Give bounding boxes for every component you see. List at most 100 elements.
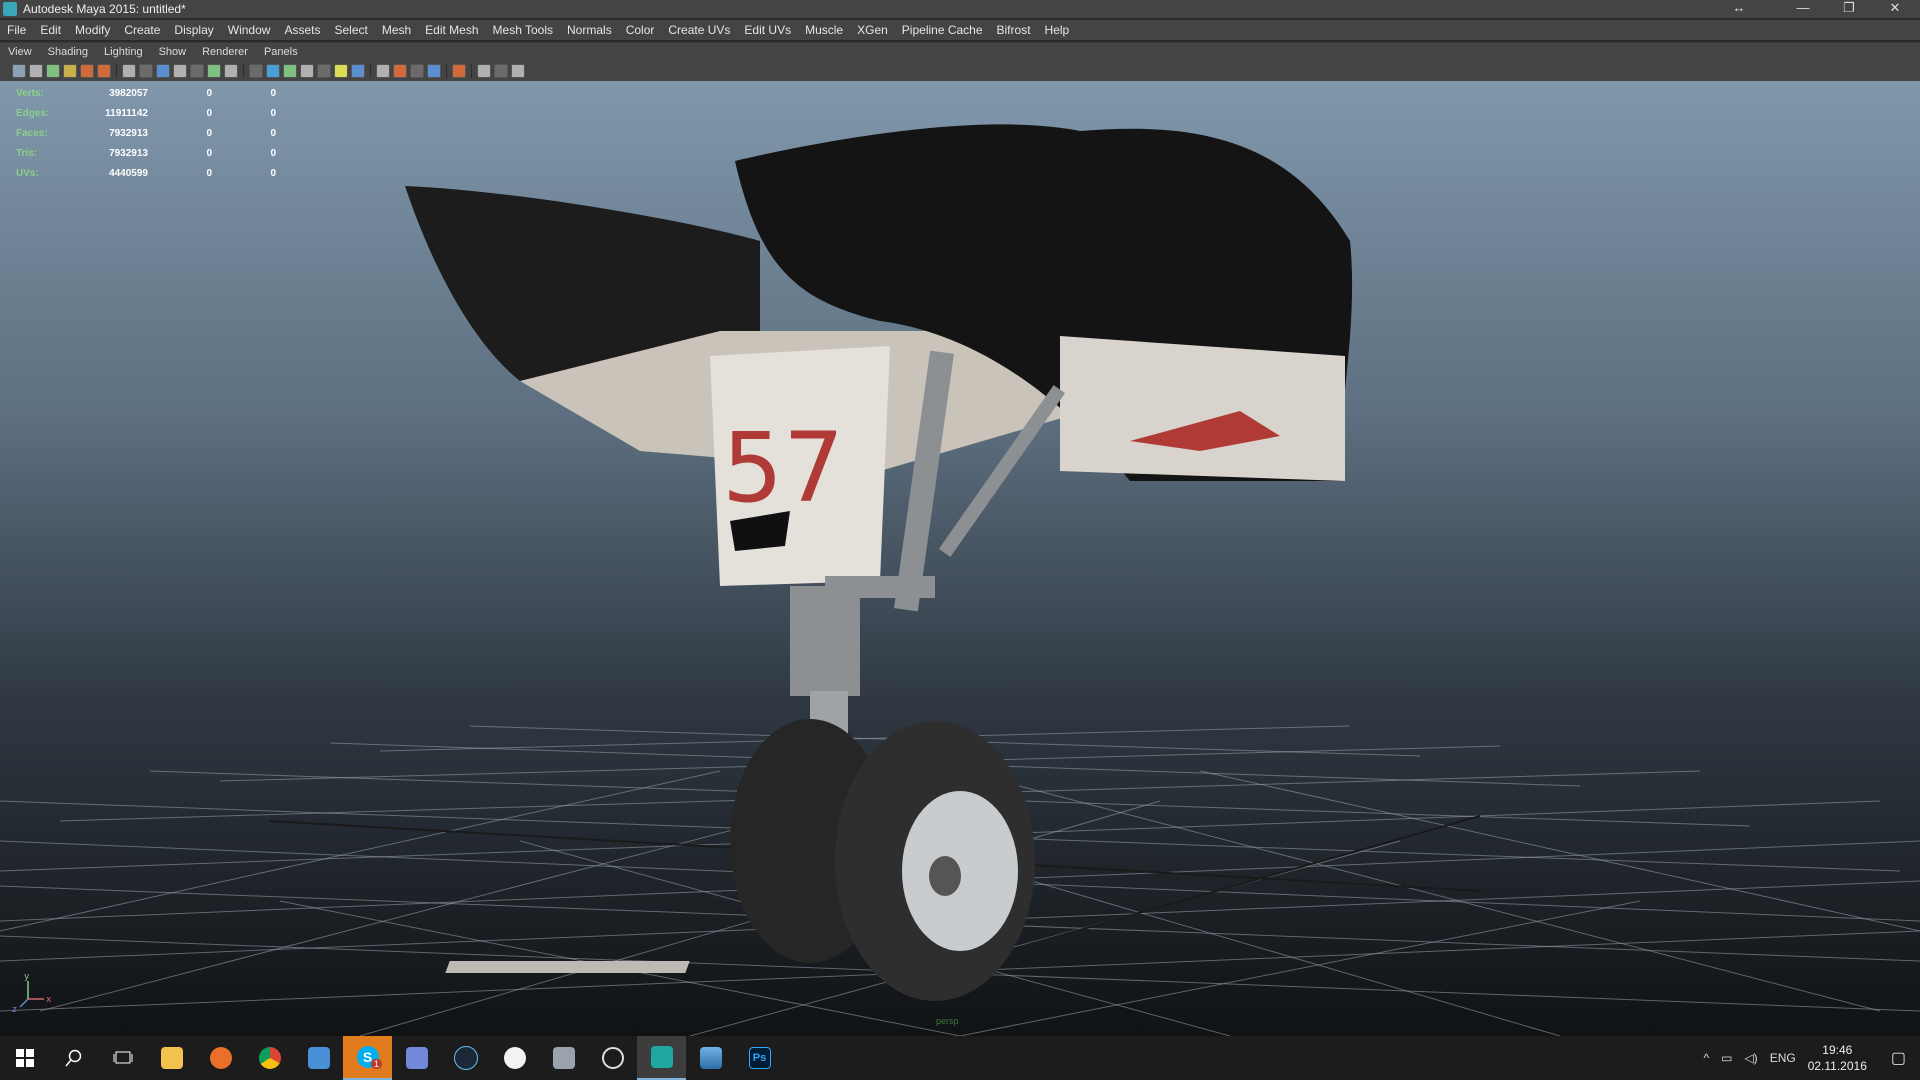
xray-icon[interactable]	[300, 64, 314, 78]
taskbar-app[interactable]	[294, 1036, 343, 1080]
toolbar-separator	[243, 64, 244, 78]
hud-value: 7932913	[109, 147, 148, 159]
taskbar-sync[interactable]	[588, 1036, 637, 1080]
ground-plate	[445, 961, 690, 973]
field-chart-icon[interactable]	[190, 64, 204, 78]
taskbar-firefox[interactable]	[196, 1036, 245, 1080]
menu-help[interactable]: Help	[1038, 23, 1077, 37]
xray-joints-icon[interactable]	[477, 64, 491, 78]
toolbar-separator	[446, 64, 447, 78]
isolate-select-icon[interactable]	[452, 64, 466, 78]
wireframe-icon[interactable]	[249, 64, 263, 78]
gate-mask-icon[interactable]	[173, 64, 187, 78]
menu-normals[interactable]: Normals	[560, 23, 619, 37]
hud-row-tris: Tris: 7932913 0 0	[16, 143, 276, 163]
resize-icon[interactable]: ↔	[1716, 0, 1762, 18]
grease-pencil-icon[interactable]	[97, 64, 111, 78]
menu-color[interactable]: Color	[619, 23, 662, 37]
system-tray: ^ ▭ ◁) ENG 19:46 02.11.2016 ▢	[1697, 1036, 1920, 1080]
taskbar-chrome[interactable]	[245, 1036, 294, 1080]
safe-title-icon[interactable]	[224, 64, 238, 78]
camera-attributes-icon[interactable]	[29, 64, 43, 78]
menu-mesh-tools[interactable]: Mesh Tools	[486, 23, 560, 37]
clock[interactable]: 19:46 02.11.2016	[1808, 1042, 1867, 1074]
menu-modify[interactable]: Modify	[68, 23, 117, 37]
shadows-icon[interactable]	[351, 64, 365, 78]
menu-window[interactable]: Window	[221, 23, 278, 37]
two-d-pan-zoom-icon[interactable]	[80, 64, 94, 78]
menu-create-uvs[interactable]: Create UVs	[661, 23, 737, 37]
start-button[interactable]	[0, 1036, 49, 1080]
taskbar-skype[interactable]: S 1	[343, 1036, 392, 1080]
taskbar-file-explorer[interactable]	[147, 1036, 196, 1080]
menu-file[interactable]: File	[0, 23, 33, 37]
menu-pipeline-cache[interactable]: Pipeline Cache	[895, 23, 990, 37]
menu-edit[interactable]: Edit	[33, 23, 68, 37]
panel-menu-lighting[interactable]: Lighting	[96, 46, 151, 58]
volume-icon[interactable]: ◁)	[1744, 1051, 1757, 1065]
toolbar-separator	[116, 64, 117, 78]
use-all-lights-icon[interactable]	[334, 64, 348, 78]
panel-menu-shading[interactable]: Shading	[40, 46, 96, 58]
depth-of-field-icon[interactable]	[427, 64, 441, 78]
multisample-aa-icon[interactable]	[410, 64, 424, 78]
menu-bifrost[interactable]: Bifrost	[990, 23, 1038, 37]
taskbar-itunes[interactable]	[490, 1036, 539, 1080]
xray-active-components-icon[interactable]	[494, 64, 508, 78]
windows-logo-icon	[15, 1049, 34, 1067]
close-button[interactable]: ✕	[1872, 0, 1918, 18]
app-icon	[307, 1047, 330, 1069]
screen-space-ao-icon[interactable]	[376, 64, 390, 78]
grid-icon[interactable]	[122, 64, 136, 78]
textured-icon[interactable]	[317, 64, 331, 78]
firefox-icon	[209, 1047, 232, 1069]
axis-z-label: z	[12, 1005, 17, 1015]
chrome-icon	[258, 1047, 281, 1069]
bookmark-icon[interactable]	[46, 64, 60, 78]
image-plane-icon[interactable]	[63, 64, 77, 78]
network-icon[interactable]: ▭	[1721, 1051, 1732, 1065]
menu-xgen[interactable]: XGen	[850, 23, 895, 37]
taskbar-photos[interactable]	[686, 1036, 735, 1080]
clock-date: 02.11.2016	[1807, 1059, 1867, 1073]
menu-edit-mesh[interactable]: Edit Mesh	[418, 23, 485, 37]
search-button[interactable]	[49, 1036, 98, 1080]
axis-x-label: x	[46, 995, 52, 1005]
panel-menu-panels[interactable]: Panels	[256, 46, 306, 58]
menu-edit-uvs[interactable]: Edit UVs	[737, 23, 798, 37]
motion-blur-icon[interactable]	[393, 64, 407, 78]
menu-display[interactable]: Display	[167, 23, 220, 37]
notifications-icon[interactable]: ▢	[1891, 1048, 1906, 1068]
perspective-viewport[interactable]: 57 y x z Verts: 3982057 0 0 Edges: 11911…	[0, 81, 1920, 1036]
poly-count-hud: Verts: 3982057 0 0 Edges: 11911142 0 0 F…	[16, 83, 276, 183]
task-view-button[interactable]	[98, 1036, 147, 1080]
restore-button[interactable]: ❐	[1826, 0, 1872, 18]
panel-menu-renderer[interactable]: Renderer	[194, 46, 256, 58]
taskbar-steam[interactable]	[441, 1036, 490, 1080]
photoshop-icon: Ps	[748, 1047, 771, 1069]
smooth-shade-icon[interactable]	[266, 64, 280, 78]
menu-assets[interactable]: Assets	[277, 23, 327, 37]
minimize-button[interactable]: —	[1780, 0, 1826, 18]
viewport-scene: 57 y x z	[0, 124, 1920, 1036]
wireframe-on-shaded-icon[interactable]	[283, 64, 297, 78]
chevron-up-icon[interactable]: ^	[1703, 1051, 1709, 1065]
taskbar-maya[interactable]	[637, 1036, 686, 1080]
menu-select[interactable]: Select	[327, 23, 374, 37]
menu-mesh[interactable]: Mesh	[375, 23, 418, 37]
menu-create[interactable]: Create	[117, 23, 167, 37]
share-icon[interactable]	[511, 64, 525, 78]
input-language[interactable]: ENG	[1770, 1051, 1796, 1065]
resolution-gate-icon[interactable]	[156, 64, 170, 78]
taskbar-photoshop[interactable]: Ps	[735, 1036, 784, 1080]
safe-action-icon[interactable]	[207, 64, 221, 78]
select-camera-icon[interactable]	[12, 64, 26, 78]
hud-component-value: 0	[270, 127, 276, 139]
taskbar-discord[interactable]	[392, 1036, 441, 1080]
taskbar-app-2[interactable]	[539, 1036, 588, 1080]
hud-label: Faces:	[16, 127, 48, 139]
panel-menu-view[interactable]: View	[0, 46, 40, 58]
panel-menu-show[interactable]: Show	[151, 46, 195, 58]
menu-muscle[interactable]: Muscle	[798, 23, 850, 37]
film-gate-icon[interactable]	[139, 64, 153, 78]
